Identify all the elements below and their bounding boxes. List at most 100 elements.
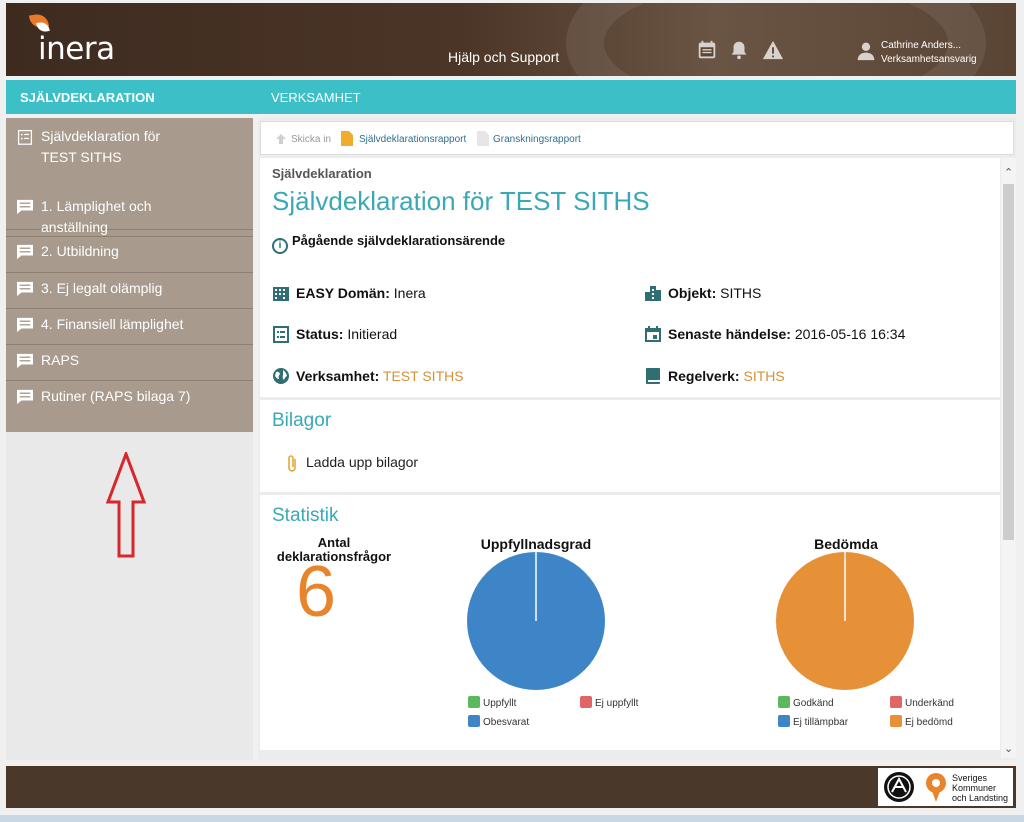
- legend-item: Ej uppfyllt: [580, 696, 638, 709]
- sidebar-item-legal[interactable]: 3. Ej legalt olämplig: [6, 273, 253, 309]
- rules-label: Regelverk:: [668, 368, 740, 384]
- status-info: i Pågående självdeklarationsärende: [272, 233, 505, 254]
- review-report-link[interactable]: Granskningsrapport: [493, 134, 581, 145]
- main-nav: SJÄLVDEKLARATION VERKSAMHET: [6, 80, 1016, 114]
- warning-icon[interactable]: [762, 39, 784, 61]
- self-declaration-report-link[interactable]: Självdeklarationsrapport: [359, 134, 466, 145]
- legend-label: Ej uppfyllt: [595, 698, 639, 709]
- globe-icon: [273, 368, 289, 384]
- legend-item: Ej bedömd: [890, 715, 953, 728]
- sidebar-item-label: 3. Ej legalt olämplig: [41, 280, 163, 296]
- status-label: Status:: [296, 326, 344, 342]
- legend-swatch: [778, 696, 790, 708]
- user-name: Cathrine Anders...: [881, 40, 962, 51]
- legend-swatch: [890, 696, 902, 708]
- sidebar-item-raps[interactable]: RAPS: [6, 345, 253, 381]
- comment-icon: [17, 353, 33, 369]
- calendar-icon[interactable]: [696, 39, 718, 61]
- document-icon: [477, 131, 489, 146]
- latest-event-label: Senaste händelse:: [668, 326, 791, 342]
- legend-label: Obesvarat: [483, 717, 530, 728]
- sidebar: Självdeklaration för TEST SITHS 1. Lämpl…: [6, 118, 253, 760]
- os-taskbar: [0, 815, 1024, 822]
- easy-domain-field: EASY Domän: Inera: [296, 285, 426, 301]
- legend-item: Obesvarat: [468, 715, 529, 728]
- section-subtitle: Självdeklaration: [272, 166, 372, 181]
- city-icon: [645, 286, 661, 301]
- latest-event-value: 2016-05-16 16:34: [794, 326, 906, 342]
- bell-icon[interactable]: [728, 39, 750, 61]
- legend-label: Ej bedömd: [905, 717, 953, 728]
- content-scrollbar[interactable]: ⌃ ⌄: [1001, 158, 1016, 758]
- object-field: Objekt: SITHS: [668, 285, 761, 301]
- legend-item: Underkänd: [890, 696, 954, 709]
- user-menu[interactable]: Cathrine Anders... Verksamhetsansvarig: [881, 39, 977, 67]
- skl-logo-text: Sveriges Kommuner och Landsting: [952, 773, 1008, 803]
- organization-label: Verksamhet:: [296, 368, 380, 384]
- rules-link[interactable]: SITHS: [743, 368, 784, 384]
- info-icon: i: [272, 238, 288, 254]
- scroll-down-icon[interactable]: ⌄: [1004, 742, 1013, 755]
- send-in-link[interactable]: Skicka in: [291, 134, 331, 145]
- sidebar-list: Självdeklaration för TEST SITHS 1. Lämpl…: [6, 118, 253, 432]
- sidebar-item-label: 2. Utbildning: [41, 243, 119, 259]
- app-footer: Sveriges Kommuner och Landsting: [6, 766, 1016, 808]
- status-field: Status: Initierad: [296, 326, 397, 342]
- nav-tab-organization[interactable]: VERKSAMHET: [271, 90, 361, 105]
- sidebar-item-routines[interactable]: Rutiner (RAPS bilaga 7): [6, 381, 253, 432]
- sidebar-item-label: 1. Lämplighet och anställning: [41, 198, 152, 235]
- scroll-up-icon[interactable]: ⌃: [1004, 166, 1013, 179]
- rules-field: Regelverk: SITHS: [668, 368, 785, 384]
- sidebar-item-label: RAPS: [41, 352, 80, 368]
- comment-icon: [17, 199, 33, 215]
- sidebar-item-label: 4. Finansiell lämplighet: [41, 316, 184, 332]
- legend-label: Underkänd: [905, 698, 954, 709]
- comment-icon: [17, 281, 33, 297]
- sidebar-item-suitability[interactable]: 1. Lämplighet och anställning: [6, 192, 253, 237]
- object-value: SITHS: [720, 285, 762, 301]
- upload-icon: [276, 134, 286, 144]
- user-icon[interactable]: [856, 41, 876, 61]
- legend-item: Ej tillämpbar: [778, 715, 848, 728]
- footer-logos: Sveriges Kommuner och Landsting: [878, 768, 1013, 806]
- upload-attachments-link[interactable]: Ladda upp bilagor: [306, 454, 418, 470]
- easy-domain-label: EASY Domän:: [296, 285, 390, 301]
- book-icon: [646, 368, 660, 384]
- legend-label: Godkänd: [793, 698, 834, 709]
- status-info-text: Pågående självdeklarationsärende: [292, 233, 506, 248]
- scroll-thumb[interactable]: [1003, 184, 1014, 540]
- sidebar-item-label: Självdeklaration för TEST SITHS: [41, 128, 161, 165]
- question-count-value: 6: [296, 552, 337, 632]
- partner-emblem-icon: [884, 772, 914, 802]
- latest-event-field: Senaste händelse: 2016-05-16 16:34: [668, 326, 905, 342]
- legend-swatch: [778, 715, 790, 727]
- status-value: Initierad: [347, 326, 398, 342]
- legend-label: Uppfyllt: [483, 698, 517, 709]
- easy-domain-value: Inera: [393, 285, 426, 301]
- clipboard-icon: [273, 326, 289, 343]
- legend-swatch: [468, 696, 480, 708]
- sidebar-item-financial[interactable]: 4. Finansiell lämplighet: [6, 309, 253, 345]
- object-label: Objekt:: [668, 285, 717, 301]
- user-role: Verksamhetsansvarig: [881, 54, 977, 65]
- paperclip-icon: [288, 455, 296, 472]
- nav-tab-self-declaration[interactable]: SJÄLVDEKLARATION: [20, 90, 155, 105]
- calendar-event-icon: [645, 326, 661, 342]
- skl-logo-icon: [926, 773, 946, 802]
- legend-label: Ej tillämpbar: [793, 717, 849, 728]
- organization-link[interactable]: TEST SITHS: [383, 368, 464, 384]
- brand-logo[interactable]: inera: [38, 31, 115, 67]
- legend-swatch: [468, 715, 480, 727]
- main-content: Skicka in Självdeklarationsrapport Grans…: [258, 118, 1016, 760]
- comment-icon: [17, 244, 33, 260]
- sidebar-item-label: Rutiner (RAPS bilaga 7): [41, 388, 191, 404]
- assessed-pie-chart: [776, 552, 914, 690]
- page-title: Självdeklaration för TEST SITHS: [272, 186, 650, 216]
- skl-line-2: Kommuner: [952, 783, 997, 793]
- statistics-panel: Statistik Antal deklarationsfrågor 6 Upp…: [260, 495, 1000, 750]
- help-support-link[interactable]: Hjälp och Support: [448, 49, 559, 65]
- legend-item: Uppfyllt: [468, 696, 516, 709]
- sidebar-item-education[interactable]: 2. Utbildning: [6, 237, 253, 273]
- fulfillment-pie-chart: [467, 552, 605, 690]
- breadcrumb: Skicka in Självdeklarationsrapport Grans…: [260, 121, 1014, 155]
